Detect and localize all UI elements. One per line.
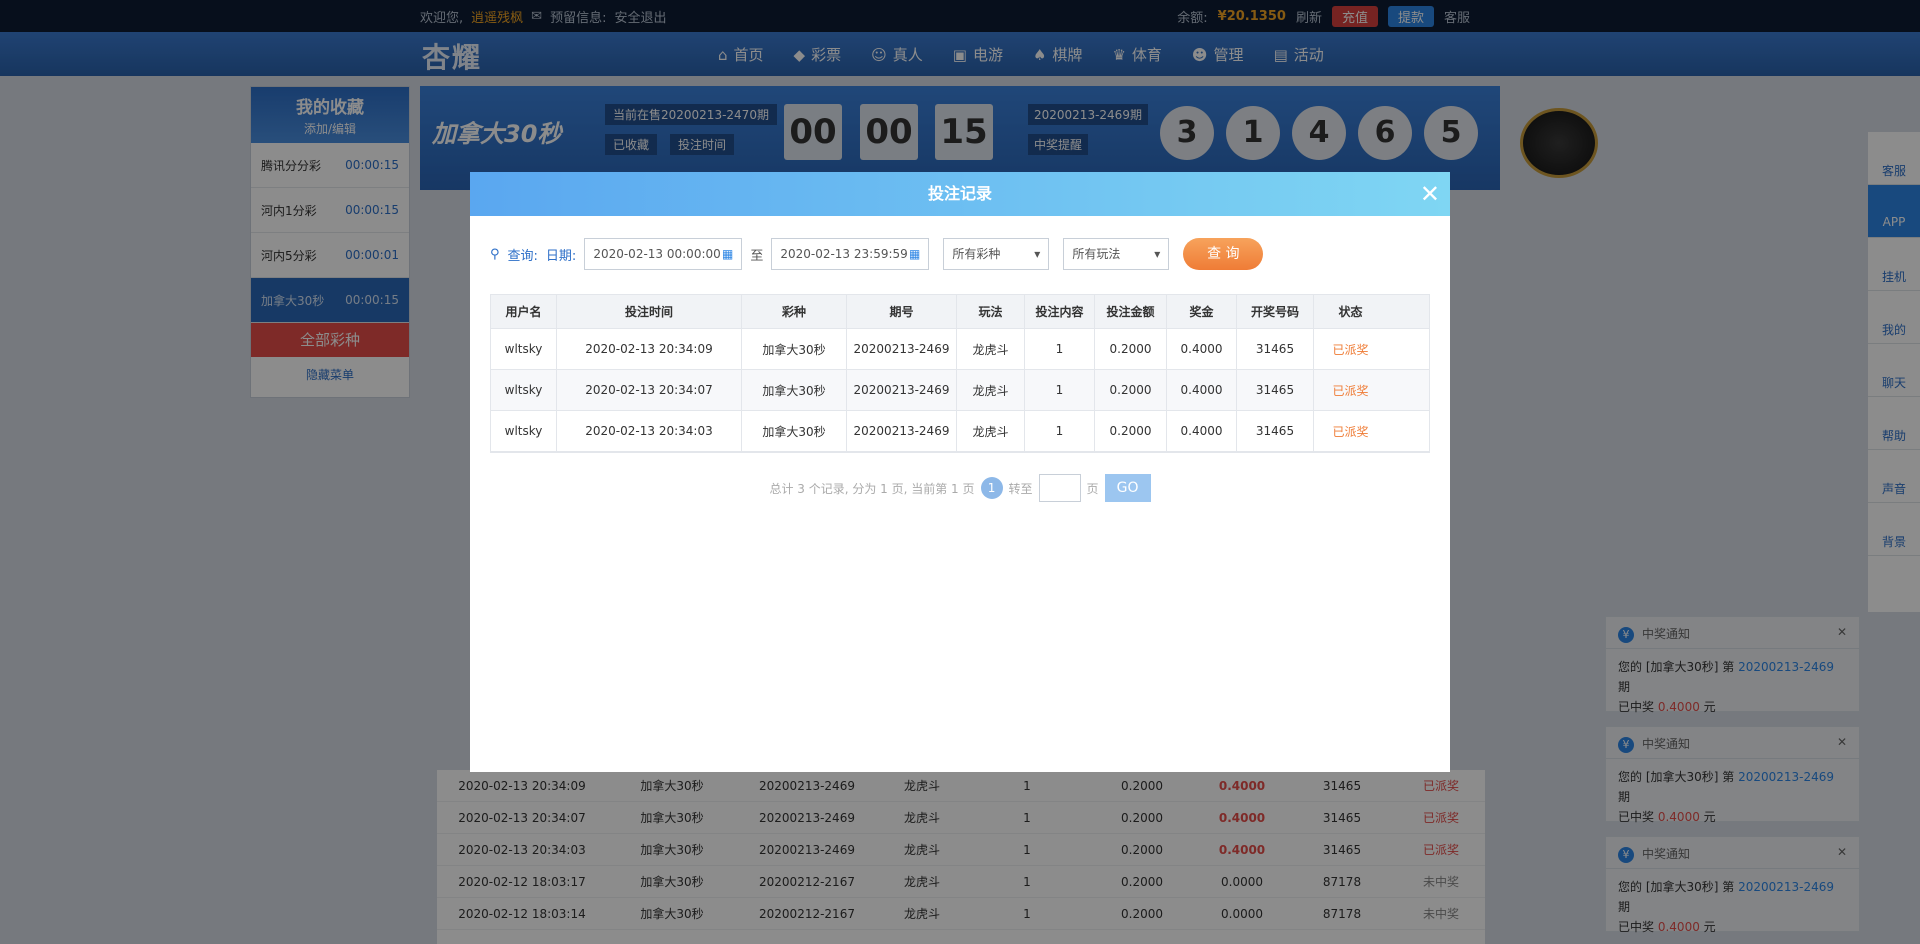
jump-label: 转至 bbox=[1008, 481, 1033, 496]
table-header-row: 用户名 投注时间 彩种 期号 玩法 投注内容 投注金额 奖金 开奖号码 状态 bbox=[491, 295, 1429, 329]
go-button[interactable]: GO bbox=[1104, 474, 1151, 502]
table-row[interactable]: wltsky 2020-02-13 20:34:09 加拿大30秒 20200213-… bbox=[491, 329, 1429, 370]
date-from-input[interactable]: 2020-02-13 00:00:00 ▦ bbox=[584, 238, 743, 270]
calendar-icon[interactable]: ▦ bbox=[909, 239, 920, 269]
bet-record-modal: 投注记录 ✕ ⚲ 查询: 日期: 2020-02-13 00:00:00 ▦ 至 … bbox=[470, 172, 1450, 772]
page-unit-label: 页 bbox=[1086, 481, 1099, 496]
play-select[interactable]: 所有玩法 ▾ bbox=[1063, 238, 1170, 270]
caret-down-icon: ▾ bbox=[1154, 247, 1161, 261]
page-input[interactable] bbox=[1038, 474, 1081, 502]
modal-title: 投注记录 bbox=[927, 184, 992, 203]
date-label: 日期: bbox=[545, 248, 577, 264]
calendar-icon[interactable]: ▦ bbox=[722, 239, 733, 269]
lottery-select[interactable]: 所有彩种 ▾ bbox=[943, 238, 1050, 270]
query-bar: ⚲ 查询: 日期: 2020-02-13 00:00:00 ▦ 至 2020-02… bbox=[490, 238, 1264, 270]
table-row[interactable]: wltsky 2020-02-13 20:34:03 加拿大30秒 20200213-… bbox=[491, 411, 1429, 452]
caret-down-icon: ▾ bbox=[1034, 247, 1041, 261]
modal-records-table: 用户名 投注时间 彩种 期号 玩法 投注内容 投注金额 奖金 开奖号码 状态 wltsky 2020… bbox=[490, 294, 1430, 453]
to-label: 至 bbox=[750, 248, 764, 264]
pagination: 总计 3 个记录, 分为 1 页, 当前第 1 页 1 转至 页 GO bbox=[470, 474, 1450, 502]
pager-summary: 总计 3 个记录, 分为 1 页, 当前第 1 页 bbox=[769, 481, 975, 496]
table-row[interactable]: wltsky 2020-02-13 20:34:07 加拿大30秒 20200213-… bbox=[491, 370, 1429, 411]
page-number[interactable]: 1 bbox=[980, 477, 1003, 499]
query-button[interactable]: 查 询 bbox=[1183, 238, 1264, 270]
date-to-input[interactable]: 2020-02-13 23:59:59 ▦ bbox=[771, 238, 930, 270]
query-label: 查询: bbox=[507, 248, 538, 264]
close-icon[interactable]: ✕ bbox=[1420, 172, 1440, 216]
search-icon: ⚲ bbox=[490, 246, 500, 262]
